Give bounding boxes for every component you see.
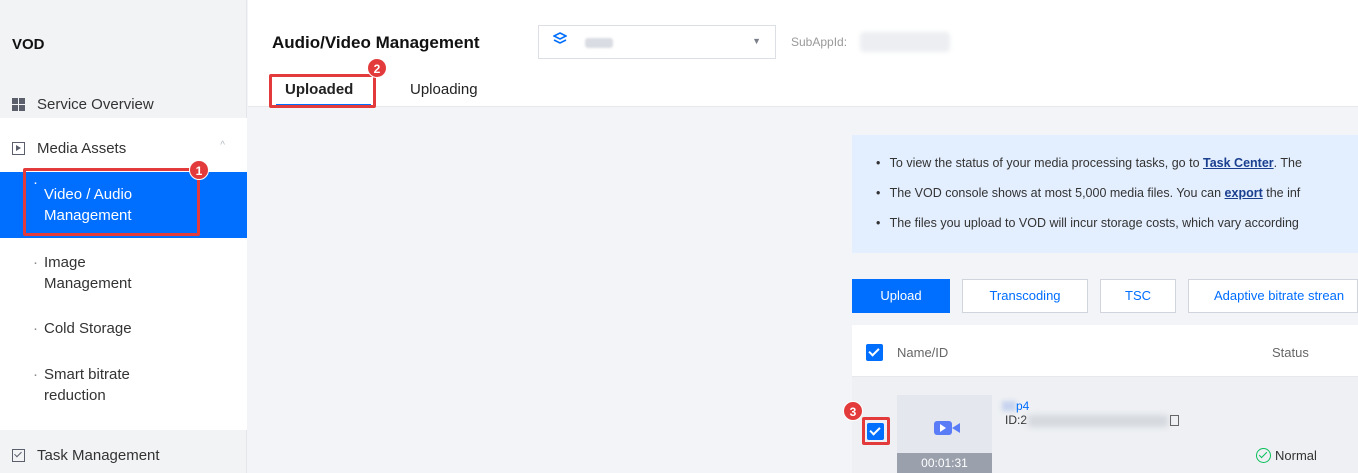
sidebar-item-label: Image Management (44, 254, 132, 292)
notice-text: the inf (1262, 186, 1301, 200)
annotation-highlight-3 (862, 417, 890, 445)
video-thumbnail[interactable]: 00:01:31 (897, 395, 992, 473)
notice-line-2: The VOD console shows at most 5,000 medi… (876, 186, 1301, 200)
notice-line-3: The files you upload to VOD will incur s… (876, 216, 1299, 230)
select-all-checkbox[interactable] (866, 344, 883, 361)
export-link[interactable]: export (1225, 186, 1263, 200)
sidebar-item-media-assets[interactable]: Media Assets ^ (0, 136, 247, 160)
media-table: Name/ID Status 00:01:31 p4 ID:2 Normal (852, 325, 1358, 473)
file-name[interactable]: p4 (1016, 399, 1029, 413)
file-name-redacted (1002, 401, 1016, 411)
annotation-highlight-1 (23, 168, 200, 236)
checkbox-icon (12, 448, 25, 462)
sidebar-item-label: Cold Storage (44, 320, 132, 337)
brand-title: VOD (12, 36, 45, 53)
adaptive-bitrate-button[interactable]: Adaptive bitrate strean (1188, 279, 1358, 313)
notice-line-1: To view the status of your media process… (876, 156, 1302, 170)
page-title: Audio/Video Management (272, 33, 480, 52)
transcoding-button[interactable]: Transcoding (962, 279, 1088, 313)
chevron-down-icon: ▼ (752, 36, 761, 46)
video-duration: 00:01:31 (897, 453, 992, 473)
table-row[interactable]: 00:01:31 p4 ID:2 Normal (852, 377, 1358, 473)
subapp-id-redacted (860, 32, 950, 52)
sidebar-item-smart-bitrate-reduction[interactable]: Smart bitrate reduction (0, 364, 247, 406)
file-id: ID:2 (1005, 413, 1028, 427)
sidebar-item-label: Media Assets (37, 139, 127, 157)
sidebar-item-task-management[interactable]: Task Management (0, 443, 247, 467)
media-icon (12, 141, 25, 155)
sidebar-item-label: Smart bitrate reduction (44, 366, 130, 404)
tsc-button[interactable]: TSC (1100, 279, 1176, 313)
video-camera-icon (934, 421, 960, 435)
sidebar-item-service-overview[interactable]: Service Overview (0, 92, 247, 116)
annotation-highlight-2 (269, 74, 376, 108)
tab-uploading[interactable]: Uploading (410, 81, 478, 98)
chevron-up-icon: ^ (220, 140, 225, 151)
sidebar-item-label: Service Overview (37, 95, 154, 113)
copy-icon[interactable] (1170, 415, 1179, 426)
column-header-name: Name/ID (897, 345, 949, 360)
top-bar: Audio/Video Management ▼ SubAppId: Uploa… (248, 0, 1358, 107)
notice-text: The VOD console shows at most 5,000 medi… (889, 186, 1225, 200)
annotation-badge-2: 2 (367, 58, 387, 78)
check-circle-icon (1256, 448, 1271, 463)
subapp-label: SubAppId: (791, 35, 848, 49)
grid-icon (12, 97, 25, 111)
layers-icon (553, 32, 567, 44)
upload-button[interactable]: Upload (852, 279, 950, 313)
app-name-redacted (585, 38, 613, 48)
app-selector[interactable]: ▼ (538, 25, 776, 59)
sidebar: VOD Service Overview Media Assets ^ Vide… (0, 0, 247, 473)
task-center-link[interactable]: Task Center (1203, 156, 1274, 170)
notice-text: To view the status of your media process… (889, 156, 1203, 170)
sidebar-item-cold-storage[interactable]: Cold Storage (0, 318, 247, 339)
column-header-status: Status (1272, 345, 1309, 360)
annotation-badge-3: 3 (843, 401, 863, 421)
status-cell: Normal (1256, 448, 1317, 463)
status-text: Normal (1275, 448, 1317, 463)
notice-box: To view the status of your media process… (852, 135, 1358, 253)
notice-text: . The (1273, 156, 1302, 170)
file-id-redacted (1028, 415, 1168, 427)
table-header: Name/ID Status (852, 325, 1358, 377)
sidebar-item-label: Task Management (37, 446, 160, 464)
annotation-badge-1: 1 (189, 160, 209, 180)
notice-text: The files you upload to VOD will incur s… (889, 216, 1299, 230)
sidebar-item-image-management[interactable]: Image Management (0, 252, 247, 294)
